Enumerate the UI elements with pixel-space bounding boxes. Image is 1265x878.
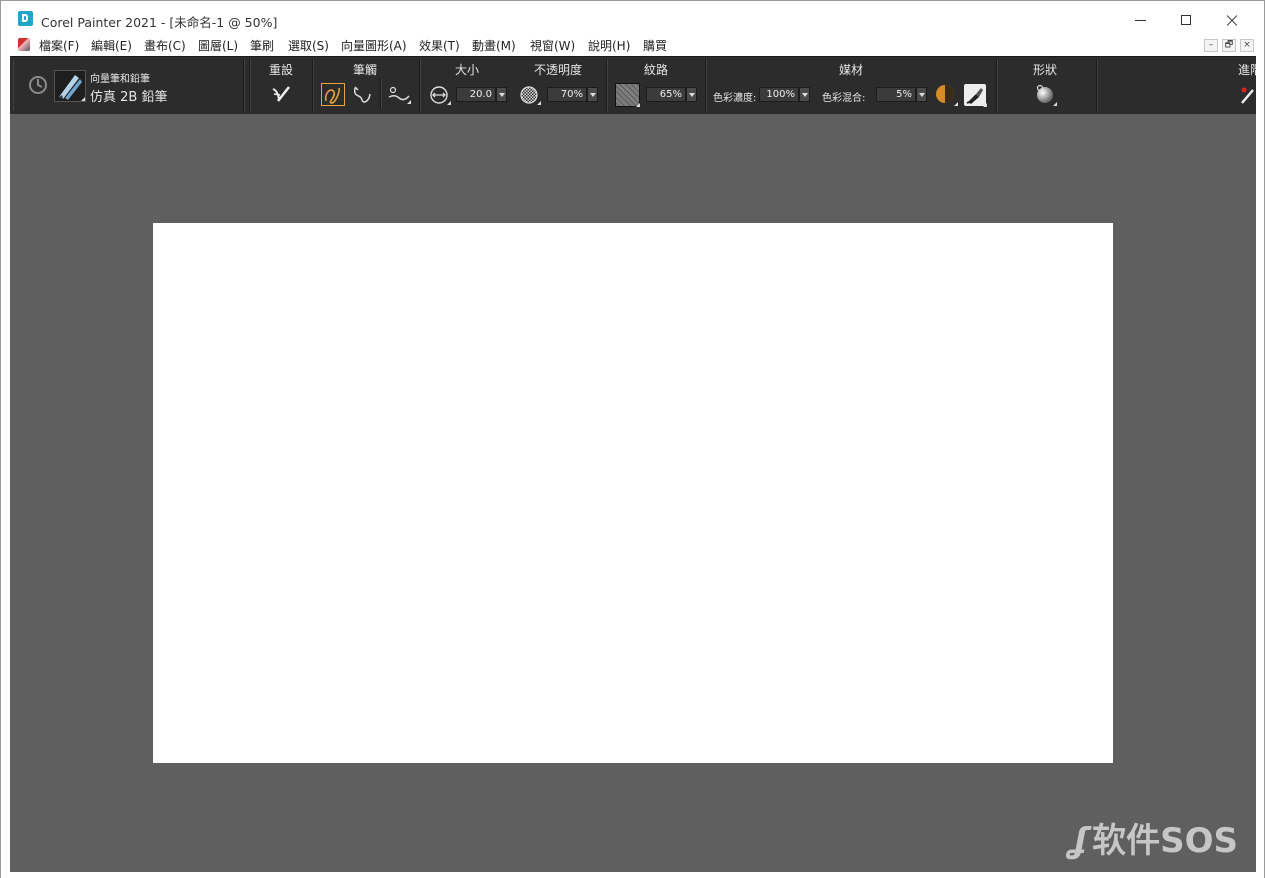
bleed-input[interactable]: 5% [876,87,916,102]
painter-logo-icon [18,11,33,26]
menu-window[interactable]: 視窗(W) [530,37,575,54]
advanced-brush-icon[interactable] [1239,84,1256,106]
size-section-label: 大小 [455,63,480,77]
brush-category-label: 向量筆和鉛筆 [90,74,150,85]
canvas-workspace[interactable]: ʆ 软件SOS [10,114,1256,872]
menu-shapes[interactable]: 向量圖形(A) [341,37,407,54]
menu-layers[interactable]: 圖層(L) [198,37,238,54]
reset-brush-icon[interactable] [270,83,292,105]
window-title: Corel Painter 2021 - [未命名-1 @ 50%] [41,15,278,30]
property-bar: 向量筆和鉛筆 仿真 2B 鉛筆 重設 筆觸 大小 20.0 不透明度 70% 紋… [10,56,1256,115]
menu-movie[interactable]: 動畫(M) [472,37,516,54]
document-icon[interactable] [18,38,30,51]
title-bar: Corel Painter 2021 - [未命名-1 @ 50%] [1,1,1264,37]
app-window: Corel Painter 2021 - [未命名-1 @ 50%] 檔案(F)… [0,0,1265,878]
opacity-input[interactable]: 70% [547,87,587,102]
menu-help[interactable]: 說明(H) [588,37,630,54]
menu-effects[interactable]: 效果(T) [419,37,460,54]
menu-file[interactable]: 檔案(F) [39,37,79,54]
dab-dropdown-indicator [983,103,987,107]
brush-dropdown-indicator [81,97,85,101]
window-frame-left [1,56,10,872]
menu-edit[interactable]: 編輯(E) [91,37,132,54]
opacity-icon[interactable] [520,86,542,106]
brush-size-icon[interactable] [430,86,452,106]
menu-buy[interactable]: 購買 [643,37,667,54]
resaturation-label: 色彩濃度: [713,93,757,104]
doc-restore-button[interactable]: 🗗 [1222,39,1236,52]
size-input[interactable]: 20.0 [456,87,496,102]
grain-section-label: 紋路 [644,63,669,77]
shape-section-label: 形狀 [1033,63,1058,77]
doc-close-button[interactable]: × [1240,39,1254,52]
stroke-attributes-icon[interactable] [387,84,413,106]
recent-brushes-icon[interactable] [27,74,49,96]
menu-bar: 檔案(F) 編輯(E) 畫布(C) 圖層(L) 筆刷 選取(S) 向量圖形(A)… [1,34,1264,56]
bleed-dropdown-button[interactable] [916,87,927,102]
dab-shape-icon[interactable] [1034,83,1058,107]
resaturation-input[interactable]: 100% [759,87,799,102]
window-frame-right [1256,56,1264,872]
size-dropdown-button[interactable] [496,87,507,102]
opacity-section-label: 不透明度 [534,63,583,77]
stroke-section-label: 筆觸 [353,63,378,77]
reset-section-label: 重設 [269,63,294,77]
bleed-label: 色彩混合: [822,93,866,104]
watermark: ʆ 软件SOS [1069,813,1238,862]
menu-canvas[interactable]: 畫布(C) [144,37,186,54]
opacity-dropdown-button[interactable] [587,87,598,102]
grain-dropdown-indicator [636,103,640,107]
doc-minimize-button[interactable]: – [1204,39,1218,52]
freehand-stroke-button[interactable] [321,83,345,106]
minimize-button[interactable] [1117,7,1163,33]
jitter-color-icon[interactable] [935,84,959,107]
watermark-text: 软件SOS [1092,821,1238,861]
grain-input[interactable]: 65% [646,87,686,102]
toolbar-grip[interactable] [13,61,18,110]
maximize-button[interactable] [1163,7,1209,33]
brush-variant-label: 仿真 2B 鉛筆 [90,90,168,105]
close-button[interactable] [1209,7,1255,33]
media-section-label: 媒材 [839,63,864,77]
drawing-canvas[interactable] [153,223,1113,763]
menu-select[interactable]: 選取(S) [288,37,329,54]
grain-dropdown-button[interactable] [686,87,697,102]
straight-line-stroke-icon[interactable] [351,84,373,106]
watermark-logo-icon: ʆ [1069,821,1089,861]
resaturation-dropdown-button[interactable] [799,87,810,102]
menu-brushes[interactable]: 筆刷 [250,37,274,54]
advanced-section-label: 進階 [1238,63,1256,77]
window-frame-bottom [1,872,1264,878]
